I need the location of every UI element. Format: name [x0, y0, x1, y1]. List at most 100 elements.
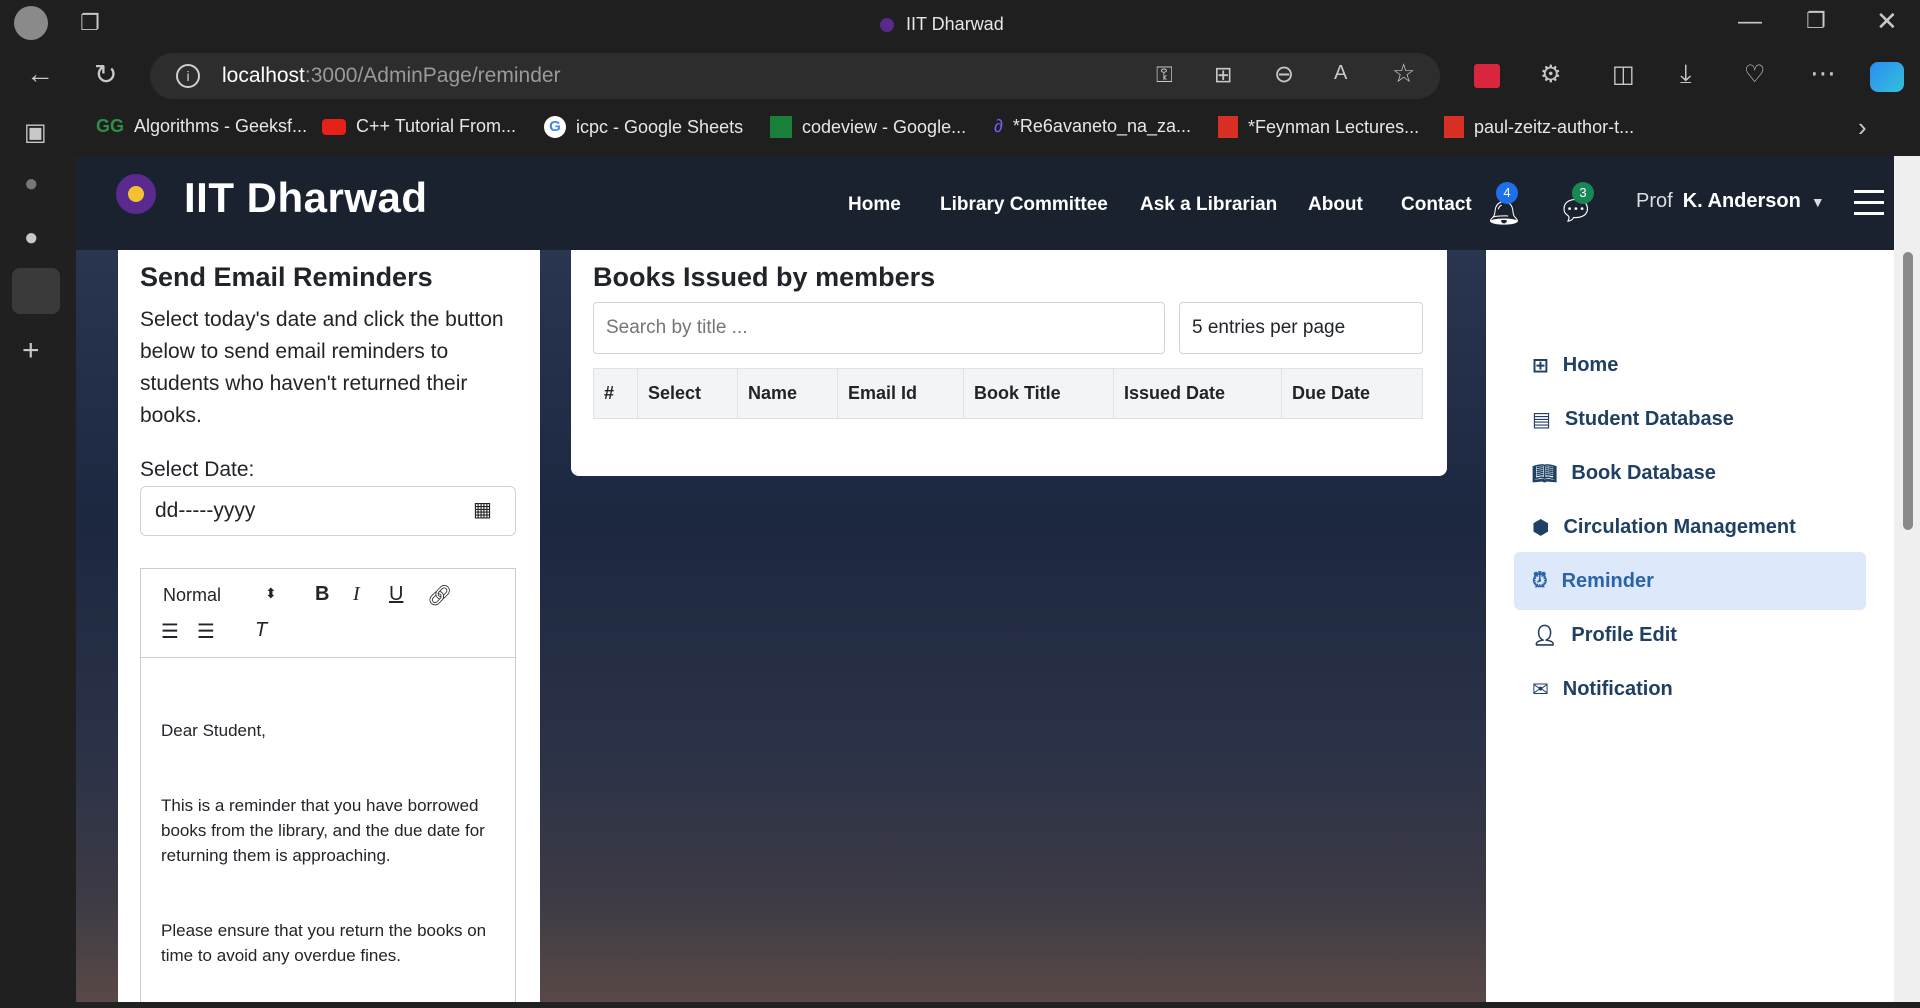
date-input[interactable]: dd-----yyyy ▦: [140, 486, 516, 536]
user-menu[interactable]: Prof K. Anderson ▼: [1636, 190, 1825, 213]
date-value: dd-----yyyy: [155, 499, 256, 522]
github-icon[interactable]: ●: [24, 170, 39, 198]
email-paragraph: This is a reminder that you have borrowe…: [161, 796, 485, 865]
hamburger-icon[interactable]: [1854, 190, 1884, 216]
url-text[interactable]: localhost:3000/AdminPage/reminder: [222, 64, 561, 88]
github-icon[interactable]: ●: [24, 224, 39, 252]
column-header[interactable]: Name: [737, 368, 838, 419]
nav-link-home[interactable]: Home: [848, 194, 901, 216]
health-icon[interactable]: ♡: [1744, 60, 1766, 89]
more-icon[interactable]: ⋯: [1810, 58, 1836, 89]
column-header[interactable]: Due Date: [1281, 368, 1423, 419]
italic-icon[interactable]: I: [353, 583, 360, 606]
email-greeting: Dear Student,: [161, 721, 266, 740]
extension-pocket-icon[interactable]: [1474, 64, 1500, 88]
entries-select[interactable]: 5 entries per page: [1179, 302, 1423, 354]
user-name: K. Anderson: [1682, 190, 1801, 212]
books-issued-card: Books Issued by members 5 entries per pa…: [571, 250, 1447, 476]
bookmark-item[interactable]: ∂ *Re6avaneto_na_za...: [994, 116, 1191, 137]
book-icon: 📖︎: [1532, 462, 1558, 485]
geeksforgeeks-icon: GG: [96, 116, 125, 136]
format-select[interactable]: Normal: [163, 585, 221, 606]
bookmark-item[interactable]: GG Algorithms - Geeksf...: [96, 116, 307, 137]
editor-toolbar: Normal ⬍ B I U 🔗︎ ☰ ☰ T: [140, 568, 516, 658]
profile-avatar-icon[interactable]: [14, 6, 48, 40]
favicon-icon: [880, 17, 894, 32]
refresh-icon[interactable]: ↻: [94, 58, 117, 91]
sidebar-item-notification[interactable]: ✉ Notification: [1514, 660, 1866, 718]
sidebar-item-home[interactable]: ⊞ Home: [1514, 336, 1866, 394]
split-screen-icon[interactable]: ◫: [1612, 60, 1635, 89]
restore-icon[interactable]: ❐: [1806, 8, 1826, 34]
tabs-icon[interactable]: ❐: [80, 10, 100, 36]
site-info-icon[interactable]: i: [176, 64, 200, 88]
page-scrollbar[interactable]: [1894, 156, 1920, 1002]
email-editor[interactable]: Dear Student, This is a reminder that yo…: [140, 658, 516, 1002]
email-paragraph: Please ensure that you return the books …: [161, 921, 487, 965]
pdf-icon: [1444, 116, 1464, 138]
table-icon: ▤: [1532, 408, 1551, 431]
grid-icon: ⊞: [1532, 354, 1549, 377]
envelope-icon: ✉: [1532, 678, 1549, 701]
message-badge: 3: [1572, 182, 1594, 204]
select-arrows-icon[interactable]: ⬍: [265, 585, 277, 602]
avatar: Prof: [1636, 190, 1673, 212]
close-window-icon[interactable]: ✕: [1876, 6, 1898, 37]
column-header[interactable]: Email Id: [837, 368, 964, 419]
scrollbar-thumb[interactable]: [1903, 252, 1913, 530]
sidebar-item-profile-edit[interactable]: 👤︎ Profile Edit: [1514, 606, 1866, 664]
chevron-right-icon[interactable]: ›: [1858, 112, 1867, 143]
extensions-icon[interactable]: ⚙: [1540, 60, 1562, 89]
nav-link-library-committee[interactable]: Library Committee: [940, 194, 1108, 216]
app-icon[interactable]: ⊞: [1214, 62, 1232, 88]
bullet-list-icon[interactable]: ☰: [197, 619, 215, 644]
person-icon: 👤︎: [1532, 624, 1558, 647]
admin-sidebar: ⊞ Home ▤ Student Database 📖︎ Book Database …: [1486, 250, 1894, 1002]
nav-link-ask-librarian[interactable]: Ask a Librarian: [1140, 194, 1277, 216]
link-icon: ∂: [994, 116, 1003, 136]
ordered-list-icon[interactable]: ☰: [161, 619, 179, 644]
bookmark-item[interactable]: Gicpc - Google Sheets: [544, 116, 743, 138]
favorite-star-icon[interactable]: ☆: [1392, 58, 1415, 89]
copilot-icon[interactable]: [1870, 62, 1904, 92]
sidebar-item-student-database[interactable]: ▤ Student Database: [1514, 390, 1866, 448]
nav-link-contact[interactable]: Contact: [1401, 194, 1472, 216]
google-icon: G: [544, 116, 566, 138]
zoom-icon[interactable]: ⊖: [1274, 60, 1294, 89]
back-icon[interactable]: ←: [26, 58, 54, 90]
column-header[interactable]: Select: [637, 368, 738, 419]
sidebar-item-circulation[interactable]: ⬢ Circulation Management: [1514, 498, 1866, 556]
iit-tab-icon[interactable]: [12, 268, 60, 314]
column-header[interactable]: Book Title: [963, 368, 1114, 419]
clear-format-icon[interactable]: T: [255, 619, 267, 642]
bookmark-item[interactable]: *Feynman Lectures...: [1218, 116, 1419, 138]
column-header[interactable]: #: [593, 368, 638, 419]
bookmark-item[interactable]: paul-zeitz-author-t...: [1444, 116, 1634, 138]
brand-title[interactable]: IIT Dharwad: [184, 174, 428, 222]
email-reminder-card: Send Email Reminders Select today's date…: [118, 250, 540, 1002]
sidebar-item-book-database[interactable]: 📖︎ Book Database: [1514, 444, 1866, 502]
bookmark-item[interactable]: codeview - Google...: [770, 116, 966, 138]
column-header[interactable]: Issued Date: [1113, 368, 1282, 419]
tab-actions-icon[interactable]: ▣: [24, 118, 47, 147]
calendar-icon[interactable]: ▦: [473, 497, 492, 522]
minimize-icon[interactable]: —: [1738, 8, 1762, 36]
sidebar-item-reminder[interactable]: ⏰︎ Reminder: [1514, 552, 1866, 610]
add-icon[interactable]: +: [22, 334, 40, 368]
underline-icon[interactable]: U: [389, 583, 403, 606]
reminder-title: Send Email Reminders: [140, 262, 433, 292]
downloads-icon[interactable]: ⤓: [1680, 58, 1692, 90]
page-viewport: IIT Dharwad Home Library Committee Ask a…: [76, 156, 1894, 1002]
circle-icon: ⬢: [1532, 516, 1550, 539]
key-icon[interactable]: ⚿: [1156, 62, 1173, 88]
pdf-icon: [1218, 116, 1238, 138]
iit-logo-icon[interactable]: [104, 168, 168, 228]
search-input[interactable]: [593, 302, 1165, 354]
table-header-row: # Select Name Email Id Book Title Issued…: [593, 368, 1423, 419]
nav-link-about[interactable]: About: [1308, 194, 1363, 216]
link-icon[interactable]: 🔗︎: [427, 583, 452, 608]
bold-icon[interactable]: B: [315, 583, 329, 606]
bookmark-item[interactable]: C++ Tutorial From...: [322, 116, 516, 137]
read-aloud-icon[interactable]: A: [1334, 62, 1347, 85]
books-title: Books Issued by members: [593, 262, 936, 292]
